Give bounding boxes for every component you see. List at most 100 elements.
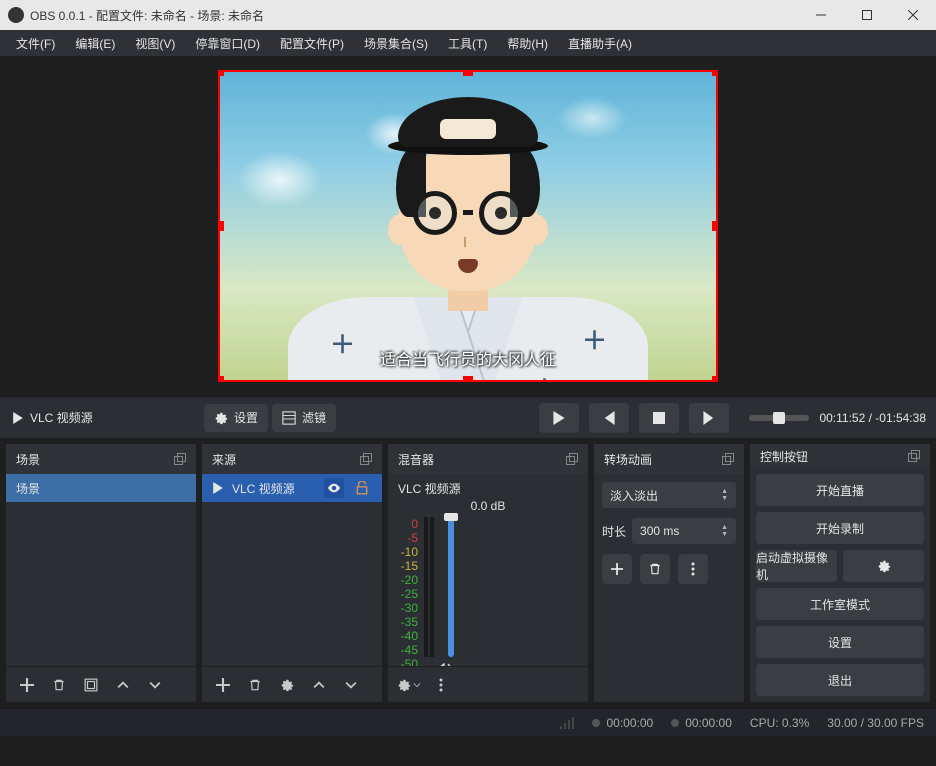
duration-label: 时长 bbox=[602, 523, 626, 540]
menu-view[interactable]: 视图(V) bbox=[127, 31, 183, 56]
filters-label: 滤镜 bbox=[302, 409, 326, 426]
transition-properties-button[interactable] bbox=[678, 554, 708, 584]
resize-handle-tr[interactable] bbox=[712, 70, 718, 76]
menu-file[interactable]: 文件(F) bbox=[8, 31, 63, 56]
mixer-settings-button[interactable] bbox=[396, 672, 422, 698]
scene-name: 场景 bbox=[16, 480, 40, 497]
media-seek-bar[interactable] bbox=[749, 415, 809, 421]
media-next-button[interactable] bbox=[689, 403, 729, 433]
popout-icon[interactable] bbox=[174, 453, 186, 465]
scene-filters-button[interactable] bbox=[78, 672, 104, 698]
menu-stream-assistant[interactable]: 直播助手(A) bbox=[560, 31, 640, 56]
transition-selected: 淡入淡出 bbox=[610, 487, 658, 504]
scenes-panel: 场景 场景 bbox=[6, 444, 196, 702]
menu-help[interactable]: 帮助(H) bbox=[499, 31, 556, 56]
menu-scene-collection[interactable]: 场景集合(S) bbox=[356, 31, 436, 56]
preview-canvas[interactable]: ✕✕ ✕✕ ✕✕ ✕ 适合当飞行员的大冈人征 bbox=[218, 70, 718, 382]
source-up-button[interactable] bbox=[306, 672, 332, 698]
add-scene-button[interactable] bbox=[14, 672, 40, 698]
transitions-panel: 转场动画 淡入淡出 ▲▼ 时长 300 ms ▲▼ bbox=[594, 444, 744, 702]
scene-down-button[interactable] bbox=[142, 672, 168, 698]
select-arrows-icon: ▲▼ bbox=[721, 488, 728, 502]
gear-icon bbox=[877, 559, 891, 573]
sources-panel: 来源 VLC 视频源 bbox=[202, 444, 382, 702]
studio-mode-button[interactable]: 工作室模式 bbox=[756, 588, 924, 620]
resize-handle-ml[interactable] bbox=[218, 221, 224, 231]
resize-handle-tm[interactable] bbox=[463, 70, 473, 76]
volume-slider[interactable] bbox=[448, 517, 454, 657]
media-prev-button[interactable] bbox=[589, 403, 629, 433]
start-virtual-cam-button[interactable]: 启动虚拟摄像机 bbox=[756, 550, 837, 582]
transition-select[interactable]: 淡入淡出 ▲▼ bbox=[602, 482, 736, 508]
plus-icon bbox=[20, 678, 34, 692]
status-fps: 30.00 / 30.00 FPS bbox=[827, 716, 924, 730]
resize-handle-mr[interactable] bbox=[712, 221, 718, 231]
chevron-down-icon bbox=[345, 679, 357, 691]
duration-input[interactable]: 300 ms ▲▼ bbox=[632, 518, 736, 544]
transitions-title: 转场动画 bbox=[604, 451, 652, 468]
filter-icon bbox=[84, 678, 98, 692]
start-recording-button[interactable]: 开始录制 bbox=[756, 512, 924, 544]
remove-source-button[interactable] bbox=[242, 672, 268, 698]
controls-panel: 控制按钮 开始直播 开始录制 启动虚拟摄像机 工作室模式 设置 退出 bbox=[750, 444, 930, 702]
maximize-button[interactable] bbox=[844, 0, 890, 30]
close-button[interactable] bbox=[890, 0, 936, 30]
source-toolbar: VLC 视频源 设置 滤镜 00:11:52 / -01:54:38 bbox=[0, 396, 936, 438]
exit-button[interactable]: 退出 bbox=[756, 664, 924, 696]
scene-item[interactable]: 场景 bbox=[6, 474, 196, 502]
trash-icon bbox=[52, 678, 66, 692]
resize-handle-bl[interactable] bbox=[218, 376, 224, 382]
minimize-button[interactable] bbox=[798, 0, 844, 30]
add-source-button[interactable] bbox=[210, 672, 236, 698]
spinner-arrows-icon: ▲▼ bbox=[721, 524, 728, 538]
start-streaming-button[interactable]: 开始直播 bbox=[756, 474, 924, 506]
menu-edit[interactable]: 编辑(E) bbox=[67, 31, 123, 56]
dot-icon bbox=[671, 719, 679, 727]
app-icon bbox=[8, 7, 24, 23]
dot-icon bbox=[592, 719, 600, 727]
status-record-time: 00:00:00 bbox=[671, 716, 732, 730]
add-transition-button[interactable] bbox=[602, 554, 632, 584]
preview-area[interactable]: ✕✕ ✕✕ ✕✕ ✕ 适合当飞行员的大冈人征 bbox=[0, 56, 936, 396]
visibility-toggle[interactable] bbox=[324, 478, 344, 498]
mixer-scale: 0-5 -10-15 -20-25 -30-35 -40-45 -50-55 -… bbox=[398, 517, 418, 657]
mixer-db-value: 0.0 dB bbox=[398, 499, 578, 513]
chevron-down-icon bbox=[149, 679, 161, 691]
source-properties-button[interactable]: 设置 bbox=[204, 404, 268, 432]
virtual-cam-settings-button[interactable] bbox=[843, 550, 924, 582]
settings-button[interactable]: 设置 bbox=[756, 626, 924, 658]
slider-knob[interactable] bbox=[444, 513, 458, 521]
menu-tools[interactable]: 工具(T) bbox=[440, 31, 495, 56]
menubar: 文件(F) 编辑(E) 视图(V) 停靠窗口(D) 配置文件(P) 场景集合(S… bbox=[0, 30, 936, 56]
scene-up-button[interactable] bbox=[110, 672, 136, 698]
resize-handle-tl[interactable] bbox=[218, 70, 224, 76]
mixer-menu-button[interactable] bbox=[428, 672, 454, 698]
resize-handle-bm[interactable] bbox=[463, 376, 473, 382]
status-bar: 00:00:00 00:00:00 CPU: 0.3% 30.00 / 30.0… bbox=[0, 708, 936, 736]
remove-transition-button[interactable] bbox=[640, 554, 670, 584]
properties-label: 设置 bbox=[234, 409, 258, 426]
kebab-icon bbox=[691, 562, 695, 576]
time-current: 00:11:52 bbox=[819, 411, 865, 425]
chevron-up-icon bbox=[313, 679, 325, 691]
popout-icon[interactable] bbox=[360, 453, 372, 465]
source-name: VLC 视频源 bbox=[232, 480, 316, 497]
source-filters-button[interactable]: 滤镜 bbox=[272, 404, 336, 432]
lock-toggle[interactable] bbox=[352, 478, 372, 498]
source-down-button[interactable] bbox=[338, 672, 364, 698]
media-stop-button[interactable] bbox=[639, 403, 679, 433]
gear-icon bbox=[280, 678, 294, 692]
mixer-meter-bars bbox=[424, 517, 434, 657]
media-play-button[interactable] bbox=[539, 403, 579, 433]
popout-icon[interactable] bbox=[566, 453, 578, 465]
plus-icon bbox=[611, 563, 623, 575]
resize-handle-br[interactable] bbox=[712, 376, 718, 382]
source-item[interactable]: VLC 视频源 bbox=[202, 474, 382, 502]
popout-icon[interactable] bbox=[722, 453, 734, 465]
source-properties-button[interactable] bbox=[274, 672, 300, 698]
menu-profile[interactable]: 配置文件(P) bbox=[272, 31, 352, 56]
seek-knob[interactable] bbox=[773, 412, 785, 424]
popout-icon[interactable] bbox=[908, 450, 920, 462]
remove-scene-button[interactable] bbox=[46, 672, 72, 698]
menu-dock[interactable]: 停靠窗口(D) bbox=[187, 31, 268, 56]
